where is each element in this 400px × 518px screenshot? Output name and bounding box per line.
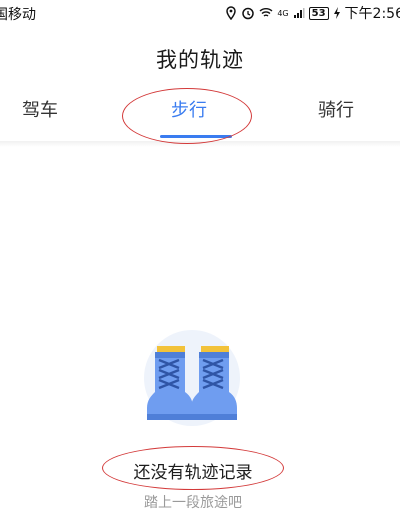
- battery-indicator: 53: [308, 6, 329, 20]
- alarm-icon: [242, 7, 255, 20]
- location-icon: [226, 6, 237, 20]
- hiking-boots-icon: [144, 330, 240, 426]
- carrier-label: 国移动: [0, 7, 36, 23]
- tab-driving[interactable]: 驾车: [22, 96, 58, 122]
- network-type: 4G: [277, 8, 289, 18]
- track-type-tabs: 驾车 步行 骑行: [0, 96, 400, 136]
- wifi-icon: [259, 8, 273, 17]
- charging-icon: [333, 7, 340, 19]
- status-bar: 国移动 4G 53 下午2:56: [0, 0, 400, 26]
- page-title: 我的轨迹: [156, 48, 244, 72]
- empty-state-subtitle: 踏上一段旅途吧: [144, 495, 242, 511]
- clock: 下午2:56: [344, 6, 400, 22]
- tab-divider: [0, 141, 400, 147]
- signal-icon: [293, 8, 305, 18]
- status-icons: 4G 53 下午2:56: [225, 3, 400, 23]
- tab-walking[interactable]: 步行: [171, 96, 207, 122]
- empty-state-title: 还没有轨迹记录: [133, 463, 253, 483]
- tab-selected-indicator: [160, 135, 232, 138]
- tab-cycling[interactable]: 骑行: [318, 96, 354, 122]
